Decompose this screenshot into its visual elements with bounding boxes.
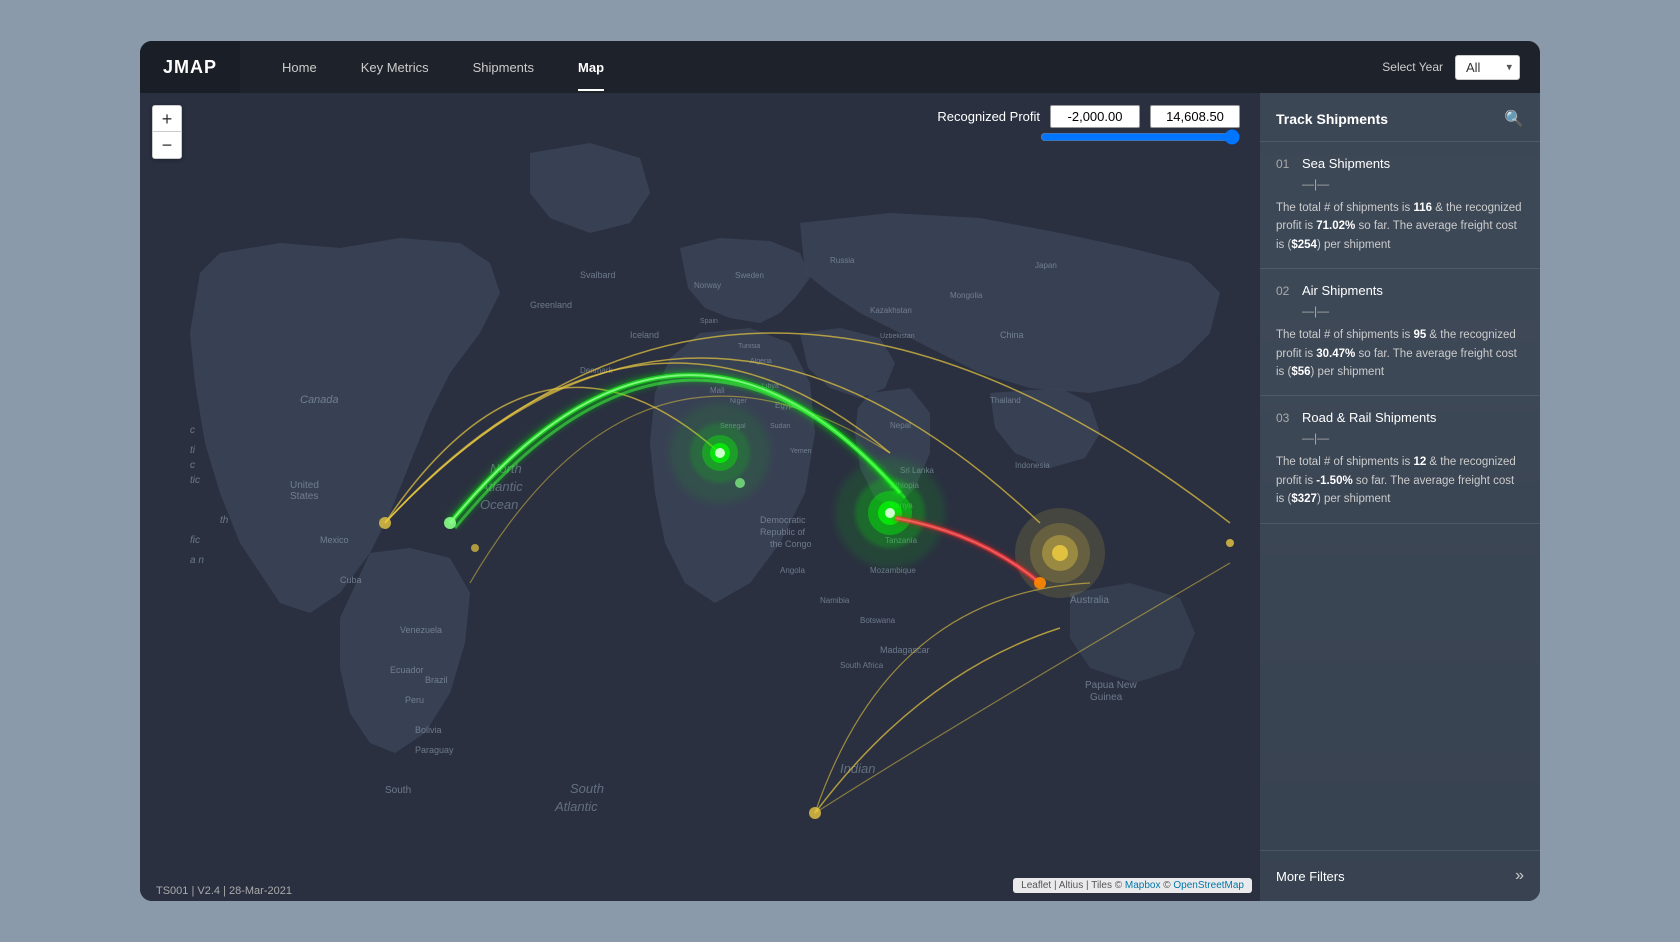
profit-slider-wrap xyxy=(1040,129,1240,150)
logo: JMAP xyxy=(163,57,217,78)
air-section-desc: The total # of shipments is 95 & the rec… xyxy=(1276,326,1524,381)
year-select[interactable]: All 2020 2019 2018 xyxy=(1455,55,1520,80)
road-rail-shipments-header: 03 Road & Rail Shipments xyxy=(1276,410,1524,425)
sea-section-desc: The total # of shipments is 116 & the re… xyxy=(1276,199,1524,254)
nav-home[interactable]: Home xyxy=(260,44,339,91)
road-rail-section-desc: The total # of shipments is 12 & the rec… xyxy=(1276,453,1524,508)
map-background xyxy=(140,93,1260,901)
profit-min-input[interactable] xyxy=(1050,105,1140,128)
air-section-dash: —|— xyxy=(1302,304,1524,318)
profit-label: Recognized Profit xyxy=(937,109,1040,124)
road-rail-section-name: Road & Rail Shipments xyxy=(1302,410,1436,425)
nav-key-metrics[interactable]: Key Metrics xyxy=(339,44,451,91)
top-nav: JMAP Home Key Metrics Shipments Map Sele… xyxy=(140,41,1540,93)
zoom-controls: + − xyxy=(152,105,182,159)
nav-shipments[interactable]: Shipments xyxy=(451,44,556,91)
road-rail-section-dash: —|— xyxy=(1302,431,1524,445)
air-shipments-header: 02 Air Shipments xyxy=(1276,283,1524,298)
air-section-num: 02 xyxy=(1276,284,1294,298)
road-rail-shipments-section: 03 Road & Rail Shipments —|— The total #… xyxy=(1260,396,1540,523)
profit-filter: Recognized Profit xyxy=(937,105,1240,128)
more-filters-arrow-icon: » xyxy=(1515,867,1524,885)
more-filters-button[interactable]: More Filters » xyxy=(1260,850,1540,901)
right-sidebar: Track Shipments 🔍 01 Sea Shipments —|— T… xyxy=(1260,93,1540,901)
profit-slider[interactable] xyxy=(1040,129,1240,145)
air-shipments-section: 02 Air Shipments —|— The total # of ship… xyxy=(1260,269,1540,396)
logo-box: JMAP xyxy=(140,41,240,93)
osm-link[interactable]: OpenStreetMap xyxy=(1173,880,1244,891)
zoom-in-button[interactable]: + xyxy=(153,106,181,132)
road-rail-section-num: 03 xyxy=(1276,411,1294,425)
more-filters-label: More Filters xyxy=(1276,869,1345,884)
mapbox-link[interactable]: Mapbox xyxy=(1125,880,1161,891)
year-select-wrap: All 2020 2019 2018 xyxy=(1455,55,1520,80)
profit-max-input[interactable] xyxy=(1150,105,1240,128)
sea-section-name: Sea Shipments xyxy=(1302,156,1390,171)
zoom-out-button[interactable]: − xyxy=(153,132,181,158)
sidebar-title: Track Shipments xyxy=(1276,111,1388,127)
nav-links: Home Key Metrics Shipments Map xyxy=(260,44,1382,91)
map-container[interactable]: Canada United States Mexico Cuba Venezue… xyxy=(140,93,1260,901)
sea-section-dash: —|— xyxy=(1302,177,1524,191)
map-attribution: Leaflet | Altius | Tiles © Mapbox © Open… xyxy=(1013,878,1252,893)
nav-map[interactable]: Map xyxy=(556,44,626,91)
sea-section-num: 01 xyxy=(1276,157,1294,171)
sea-shipments-section: 01 Sea Shipments —|— The total # of ship… xyxy=(1260,142,1540,269)
app-frame: JMAP Home Key Metrics Shipments Map Sele… xyxy=(140,41,1540,901)
select-year-label: Select Year xyxy=(1382,60,1443,74)
main-content: Canada United States Mexico Cuba Venezue… xyxy=(140,93,1540,901)
sidebar-header: Track Shipments 🔍 xyxy=(1260,93,1540,142)
sea-shipments-header: 01 Sea Shipments xyxy=(1276,156,1524,171)
nav-right: Select Year All 2020 2019 2018 xyxy=(1382,55,1540,80)
footer: TS001 | V2.4 | 28-Mar-2021 xyxy=(156,885,292,897)
search-icon[interactable]: 🔍 xyxy=(1504,109,1524,129)
air-section-name: Air Shipments xyxy=(1302,283,1383,298)
